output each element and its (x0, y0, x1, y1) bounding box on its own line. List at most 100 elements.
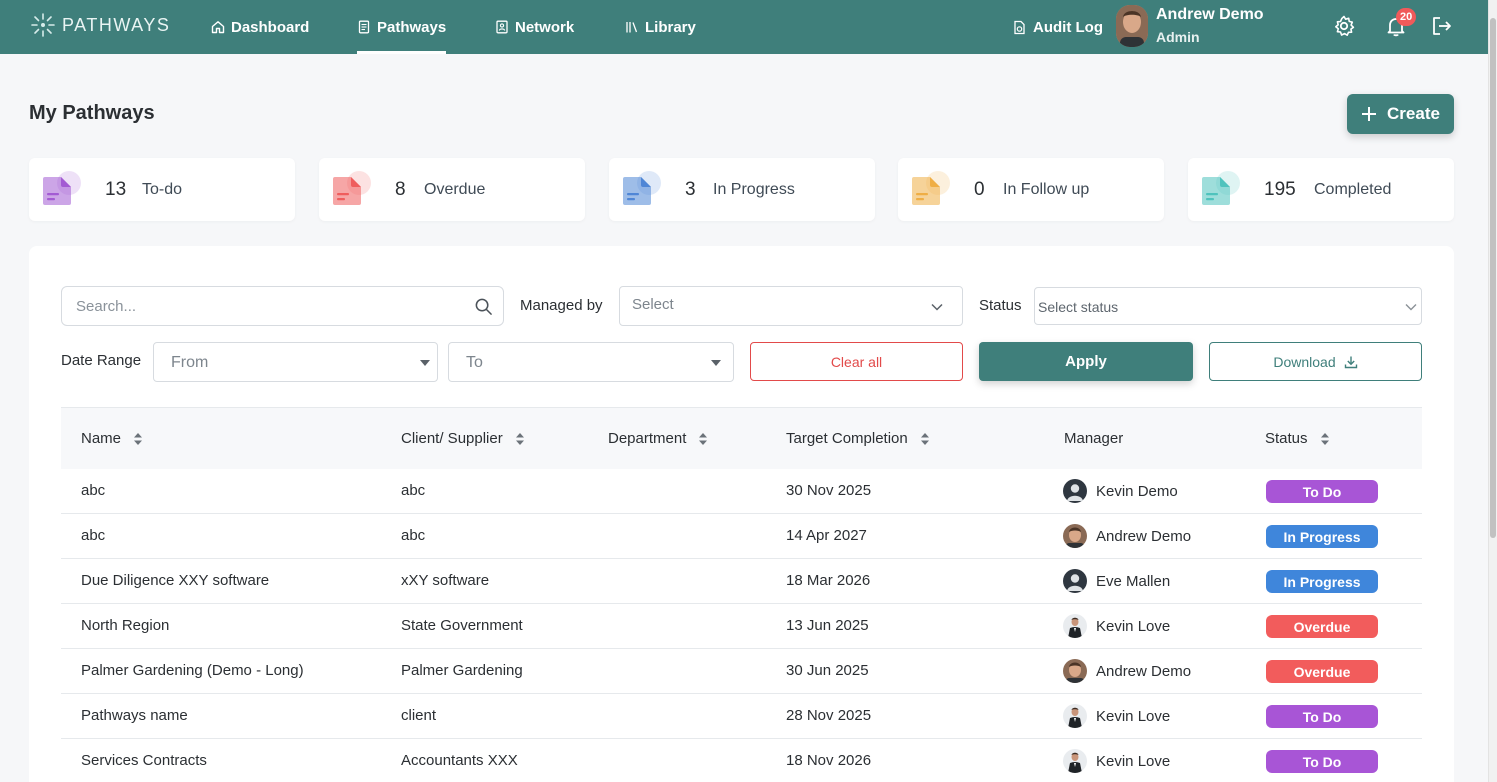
status-label: Status (979, 297, 1022, 314)
column-header-department[interactable]: Department (608, 430, 708, 447)
nav-dashboard[interactable]: Dashboard (211, 0, 309, 54)
stat-card[interactable]: 3 In Progress (609, 158, 875, 221)
apply-button[interactable]: Apply (979, 342, 1193, 381)
document-status-icon (912, 171, 950, 205)
user-role: Admin (1156, 29, 1200, 45)
avatar (1063, 704, 1087, 728)
status-badge: In Progress (1266, 570, 1378, 593)
avatar (1063, 614, 1087, 638)
avatar (1063, 749, 1087, 773)
search-icon[interactable] (474, 297, 493, 316)
pathways-logo-icon (31, 13, 55, 37)
create-button[interactable]: Create (1347, 94, 1454, 134)
nav-dashboard-label: Dashboard (231, 18, 310, 36)
search-field[interactable] (61, 286, 504, 326)
document-status-icon (43, 171, 81, 205)
document-status-icon (1202, 171, 1240, 205)
managed-by-label: Managed by (520, 297, 603, 314)
stat-label: Overdue (424, 181, 486, 198)
cell-target-completion: 18 Nov 2026 (786, 752, 872, 769)
column-header-name[interactable]: Name (81, 430, 143, 447)
status-select[interactable]: Select status (1034, 287, 1422, 325)
table-row[interactable]: abc abc 30 Nov 2025 Kevin Demo To Do (61, 469, 1422, 514)
stat-count: 3 (685, 179, 696, 200)
table-row[interactable]: abc abc 14 Apr 2027 Andrew Demo In Progress (61, 514, 1422, 559)
download-button[interactable]: Download (1209, 342, 1422, 381)
contact-card-icon (496, 20, 508, 34)
nav-pathways-label: Pathways (377, 18, 447, 36)
chevron-down-icon (1405, 304, 1417, 311)
column-header-status[interactable]: Status (1265, 430, 1330, 447)
scrollbar-thumb[interactable] (1490, 18, 1496, 538)
stat-card[interactable]: 195 Completed (1188, 158, 1454, 221)
brand-logo[interactable]: PATHWAYS (30, 12, 170, 38)
cell-manager: Kevin Love (1063, 704, 1170, 728)
caret-down-icon (420, 360, 430, 366)
table-row[interactable]: Due Diligence XXY software xXY software 18… (61, 559, 1422, 604)
column-header-target-completion[interactable]: Target Completion (786, 430, 930, 447)
stat-label: Completed (1314, 181, 1392, 198)
avatar (1063, 479, 1087, 503)
cell-name: Pathways name (81, 707, 188, 724)
cell-target-completion: 18 Mar 2026 (786, 572, 871, 589)
gear-icon[interactable] (1332, 14, 1356, 38)
stat-card[interactable]: 0 In Follow up (898, 158, 1164, 221)
nav-network[interactable]: Network (495, 0, 574, 54)
cell-name: Due Diligence XXY software (81, 572, 270, 589)
stat-card[interactable]: 8 Overdue (319, 158, 585, 221)
column-header-client[interactable]: Client/ Supplier (401, 430, 525, 447)
nav-pathways[interactable]: Pathways (357, 0, 447, 54)
manager-name: Kevin Love (1096, 707, 1171, 725)
manager-name: Kevin Demo (1096, 482, 1178, 500)
sort-icon (134, 432, 143, 445)
date-from-select[interactable]: From (153, 342, 438, 382)
library-icon (626, 22, 638, 33)
column-header-label: Target Completion (786, 430, 908, 447)
table-row[interactable]: Services Contracts Accountants XXX 18 Nov … (61, 739, 1422, 782)
cell-target-completion: 30 Jun 2025 (786, 662, 869, 679)
cell-client: Palmer Gardening (401, 662, 523, 679)
column-header-label: Manager (1064, 430, 1124, 447)
cell-client: xXY software (401, 572, 490, 589)
stat-card[interactable]: 13 To-do (29, 158, 295, 221)
date-to-select[interactable]: To (448, 342, 734, 382)
top-navigation-bar: PATHWAYS Dashboard Pathways Network Libr… (0, 0, 1488, 54)
date-from-value: From (171, 354, 209, 371)
cell-client: client (401, 707, 437, 724)
manager-name: Kevin Love (1096, 617, 1171, 635)
audit-log-link[interactable]: Audit Log (1012, 0, 1103, 54)
apply-label: Apply (1065, 353, 1107, 370)
sort-icon (699, 432, 708, 445)
cell-name: Services Contracts (81, 752, 207, 769)
cell-manager: Andrew Demo (1063, 524, 1191, 548)
clear-all-button[interactable]: Clear all (750, 342, 963, 381)
managed-by-select[interactable]: Select (619, 286, 963, 326)
date-to-value: To (466, 354, 483, 371)
page-title: My Pathways (29, 102, 155, 124)
status-badge: Overdue (1266, 660, 1378, 683)
cell-client: Accountants XXX (401, 752, 518, 769)
column-header-label: Department (608, 430, 687, 447)
cell-target-completion: 30 Nov 2025 (786, 482, 872, 499)
status-badge: To Do (1266, 480, 1378, 503)
table-row[interactable]: North Region State Government 13 Jun 2025 K… (61, 604, 1422, 649)
nav-library[interactable]: Library (625, 0, 696, 54)
table-row[interactable]: Palmer Gardening (Demo - Long) Palmer Gar… (61, 649, 1422, 694)
logout-icon[interactable] (1430, 14, 1454, 38)
document-status-icon (623, 171, 661, 205)
search-input[interactable] (76, 296, 456, 316)
column-header-manager: Manager (1064, 430, 1123, 447)
managed-by-value: Select (632, 296, 674, 313)
download-label: Download (1273, 353, 1336, 370)
audit-log-label: Audit Log (1033, 18, 1103, 36)
user-avatar[interactable] (1116, 5, 1148, 47)
manager-name: Andrew Demo (1096, 527, 1192, 545)
stat-count: 8 (395, 179, 406, 200)
brand-name: PATHWAYS (62, 14, 171, 35)
status-value: Select status (1038, 299, 1119, 315)
avatar (1063, 569, 1087, 593)
table-row[interactable]: Pathways name client 28 Nov 2025 Kevin Love… (61, 694, 1422, 739)
page-scrollbar[interactable] (1488, 0, 1497, 782)
cell-target-completion: 14 Apr 2027 (786, 527, 867, 544)
audit-log-icon (1014, 20, 1025, 34)
